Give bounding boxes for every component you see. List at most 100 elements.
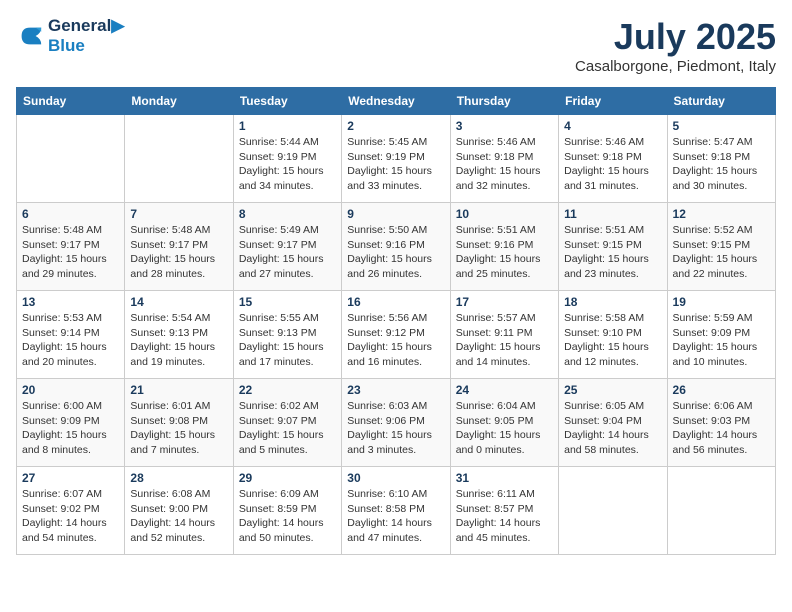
day-info: Sunrise: 5:48 AM Sunset: 9:17 PM Dayligh…: [22, 223, 119, 282]
day-number: 24: [456, 383, 553, 397]
calendar-cell: 29 Sunrise: 6:09 AM Sunset: 8:59 PM Dayli…: [233, 467, 341, 555]
col-header-friday: Friday: [559, 88, 667, 115]
calendar-cell: 31 Sunrise: 6:11 AM Sunset: 8:57 PM Dayli…: [450, 467, 558, 555]
day-info: Sunrise: 5:52 AM Sunset: 9:15 PM Dayligh…: [673, 223, 770, 282]
day-info: Sunrise: 5:46 AM Sunset: 9:18 PM Dayligh…: [564, 135, 661, 194]
day-number: 27: [22, 471, 119, 485]
calendar-cell: [559, 467, 667, 555]
day-info: Sunrise: 5:53 AM Sunset: 9:14 PM Dayligh…: [22, 311, 119, 370]
day-info: Sunrise: 6:10 AM Sunset: 8:58 PM Dayligh…: [347, 487, 444, 546]
calendar-cell: 10Sunrise: 5:51 AM Sunset: 9:16 PM Dayli…: [450, 203, 558, 291]
calendar-cell: 20 Sunrise: 6:00 AM Sunset: 9:09 PM Dayli…: [17, 379, 125, 467]
calendar-cell: 4 Sunrise: 5:46 AM Sunset: 9:18 PM Daylig…: [559, 115, 667, 203]
col-header-wednesday: Wednesday: [342, 88, 450, 115]
calendar-cell: 27Sunrise: 6:07 AM Sunset: 9:02 PM Dayli…: [17, 467, 125, 555]
calendar-cell: 19Sunrise: 5:59 AM Sunset: 9:09 PM Dayli…: [667, 291, 775, 379]
day-number: 6: [22, 207, 119, 221]
day-number: 11: [564, 207, 661, 221]
calendar-cell: 9Sunrise: 5:50 AM Sunset: 9:16 PM Daylig…: [342, 203, 450, 291]
calendar-table: SundayMondayTuesdayWednesdayThursdayFrid…: [16, 87, 776, 555]
week-row-4: 20 Sunrise: 6:00 AM Sunset: 9:09 PM Dayli…: [17, 379, 776, 467]
calendar-cell: 21Sunrise: 6:01 AM Sunset: 9:08 PM Dayli…: [125, 379, 233, 467]
day-number: 20: [22, 383, 119, 397]
day-number: 16: [347, 295, 444, 309]
week-row-2: 6 Sunrise: 5:48 AM Sunset: 9:17 PM Daylig…: [17, 203, 776, 291]
day-info: Sunrise: 5:58 AM Sunset: 9:10 PM Dayligh…: [564, 311, 661, 370]
week-row-5: 27Sunrise: 6:07 AM Sunset: 9:02 PM Dayli…: [17, 467, 776, 555]
day-info: Sunrise: 6:06 AM Sunset: 9:03 PM Dayligh…: [673, 399, 770, 458]
calendar-cell: 12 Sunrise: 5:52 AM Sunset: 9:15 PM Dayli…: [667, 203, 775, 291]
day-number: 12: [673, 207, 770, 221]
day-number: 3: [456, 119, 553, 133]
day-info: Sunrise: 5:51 AM Sunset: 9:16 PM Dayligh…: [456, 223, 553, 282]
day-info: Sunrise: 6:09 AM Sunset: 8:59 PM Dayligh…: [239, 487, 336, 546]
calendar-cell: 22Sunrise: 6:02 AM Sunset: 9:07 PM Dayli…: [233, 379, 341, 467]
calendar-cell: 5 Sunrise: 5:47 AM Sunset: 9:18 PM Daylig…: [667, 115, 775, 203]
day-info: Sunrise: 6:11 AM Sunset: 8:57 PM Dayligh…: [456, 487, 553, 546]
calendar-cell: 30 Sunrise: 6:10 AM Sunset: 8:58 PM Dayli…: [342, 467, 450, 555]
day-number: 2: [347, 119, 444, 133]
day-info: Sunrise: 5:57 AM Sunset: 9:11 PM Dayligh…: [456, 311, 553, 370]
day-info: Sunrise: 6:04 AM Sunset: 9:05 PM Dayligh…: [456, 399, 553, 458]
week-row-3: 13Sunrise: 5:53 AM Sunset: 9:14 PM Dayli…: [17, 291, 776, 379]
col-header-monday: Monday: [125, 88, 233, 115]
logo-text: General▶ Blue: [48, 16, 124, 57]
day-number: 31: [456, 471, 553, 485]
page-header: General▶ Blue July 2025 Casalborgone, Pi…: [16, 16, 776, 75]
day-number: 7: [130, 207, 227, 221]
week-row-1: 1 Sunrise: 5:44 AM Sunset: 9:19 PM Daylig…: [17, 115, 776, 203]
calendar-cell: 17 Sunrise: 5:57 AM Sunset: 9:11 PM Dayli…: [450, 291, 558, 379]
day-number: 30: [347, 471, 444, 485]
day-number: 18: [564, 295, 661, 309]
day-number: 4: [564, 119, 661, 133]
calendar-cell: 23 Sunrise: 6:03 AM Sunset: 9:06 PM Dayli…: [342, 379, 450, 467]
day-number: 22: [239, 383, 336, 397]
title-block: July 2025 Casalborgone, Piedmont, Italy: [575, 16, 776, 75]
calendar-cell: 16 Sunrise: 5:56 AM Sunset: 9:12 PM Dayli…: [342, 291, 450, 379]
calendar-cell: 15Sunrise: 5:55 AM Sunset: 9:13 PM Dayli…: [233, 291, 341, 379]
day-number: 19: [673, 295, 770, 309]
logo-icon: [16, 22, 44, 50]
calendar-cell: 28Sunrise: 6:08 AM Sunset: 9:00 PM Dayli…: [125, 467, 233, 555]
calendar-cell: 25 Sunrise: 6:05 AM Sunset: 9:04 PM Dayli…: [559, 379, 667, 467]
calendar-cell: 14Sunrise: 5:54 AM Sunset: 9:13 PM Dayli…: [125, 291, 233, 379]
day-number: 5: [673, 119, 770, 133]
day-info: Sunrise: 5:47 AM Sunset: 9:18 PM Dayligh…: [673, 135, 770, 194]
calendar-cell: 2 Sunrise: 5:45 AM Sunset: 9:19 PM Daylig…: [342, 115, 450, 203]
day-info: Sunrise: 5:44 AM Sunset: 9:19 PM Dayligh…: [239, 135, 336, 194]
day-info: Sunrise: 5:45 AM Sunset: 9:19 PM Dayligh…: [347, 135, 444, 194]
logo: General▶ Blue: [16, 16, 124, 57]
day-number: 23: [347, 383, 444, 397]
day-info: Sunrise: 5:48 AM Sunset: 9:17 PM Dayligh…: [130, 223, 227, 282]
day-info: Sunrise: 6:00 AM Sunset: 9:09 PM Dayligh…: [22, 399, 119, 458]
calendar-cell: 1 Sunrise: 5:44 AM Sunset: 9:19 PM Daylig…: [233, 115, 341, 203]
calendar-cell: 24 Sunrise: 6:04 AM Sunset: 9:05 PM Dayli…: [450, 379, 558, 467]
calendar-cell: 18 Sunrise: 5:58 AM Sunset: 9:10 PM Dayli…: [559, 291, 667, 379]
day-info: Sunrise: 5:55 AM Sunset: 9:13 PM Dayligh…: [239, 311, 336, 370]
col-header-saturday: Saturday: [667, 88, 775, 115]
header-row: SundayMondayTuesdayWednesdayThursdayFrid…: [17, 88, 776, 115]
calendar-cell: [667, 467, 775, 555]
day-number: 9: [347, 207, 444, 221]
day-number: 1: [239, 119, 336, 133]
day-info: Sunrise: 5:51 AM Sunset: 9:15 PM Dayligh…: [564, 223, 661, 282]
day-number: 25: [564, 383, 661, 397]
day-info: Sunrise: 5:56 AM Sunset: 9:12 PM Dayligh…: [347, 311, 444, 370]
day-number: 28: [130, 471, 227, 485]
day-info: Sunrise: 6:05 AM Sunset: 9:04 PM Dayligh…: [564, 399, 661, 458]
day-info: Sunrise: 6:01 AM Sunset: 9:08 PM Dayligh…: [130, 399, 227, 458]
location: Casalborgone, Piedmont, Italy: [575, 58, 776, 75]
calendar-cell: 26 Sunrise: 6:06 AM Sunset: 9:03 PM Dayli…: [667, 379, 775, 467]
day-info: Sunrise: 5:49 AM Sunset: 9:17 PM Dayligh…: [239, 223, 336, 282]
calendar-cell: 3 Sunrise: 5:46 AM Sunset: 9:18 PM Daylig…: [450, 115, 558, 203]
col-header-sunday: Sunday: [17, 88, 125, 115]
day-number: 17: [456, 295, 553, 309]
day-number: 29: [239, 471, 336, 485]
day-info: Sunrise: 6:03 AM Sunset: 9:06 PM Dayligh…: [347, 399, 444, 458]
month-title: July 2025: [575, 16, 776, 58]
day-number: 26: [673, 383, 770, 397]
calendar-cell: 13Sunrise: 5:53 AM Sunset: 9:14 PM Dayli…: [17, 291, 125, 379]
calendar-cell: [17, 115, 125, 203]
calendar-cell: 11 Sunrise: 5:51 AM Sunset: 9:15 PM Dayli…: [559, 203, 667, 291]
day-info: Sunrise: 5:46 AM Sunset: 9:18 PM Dayligh…: [456, 135, 553, 194]
